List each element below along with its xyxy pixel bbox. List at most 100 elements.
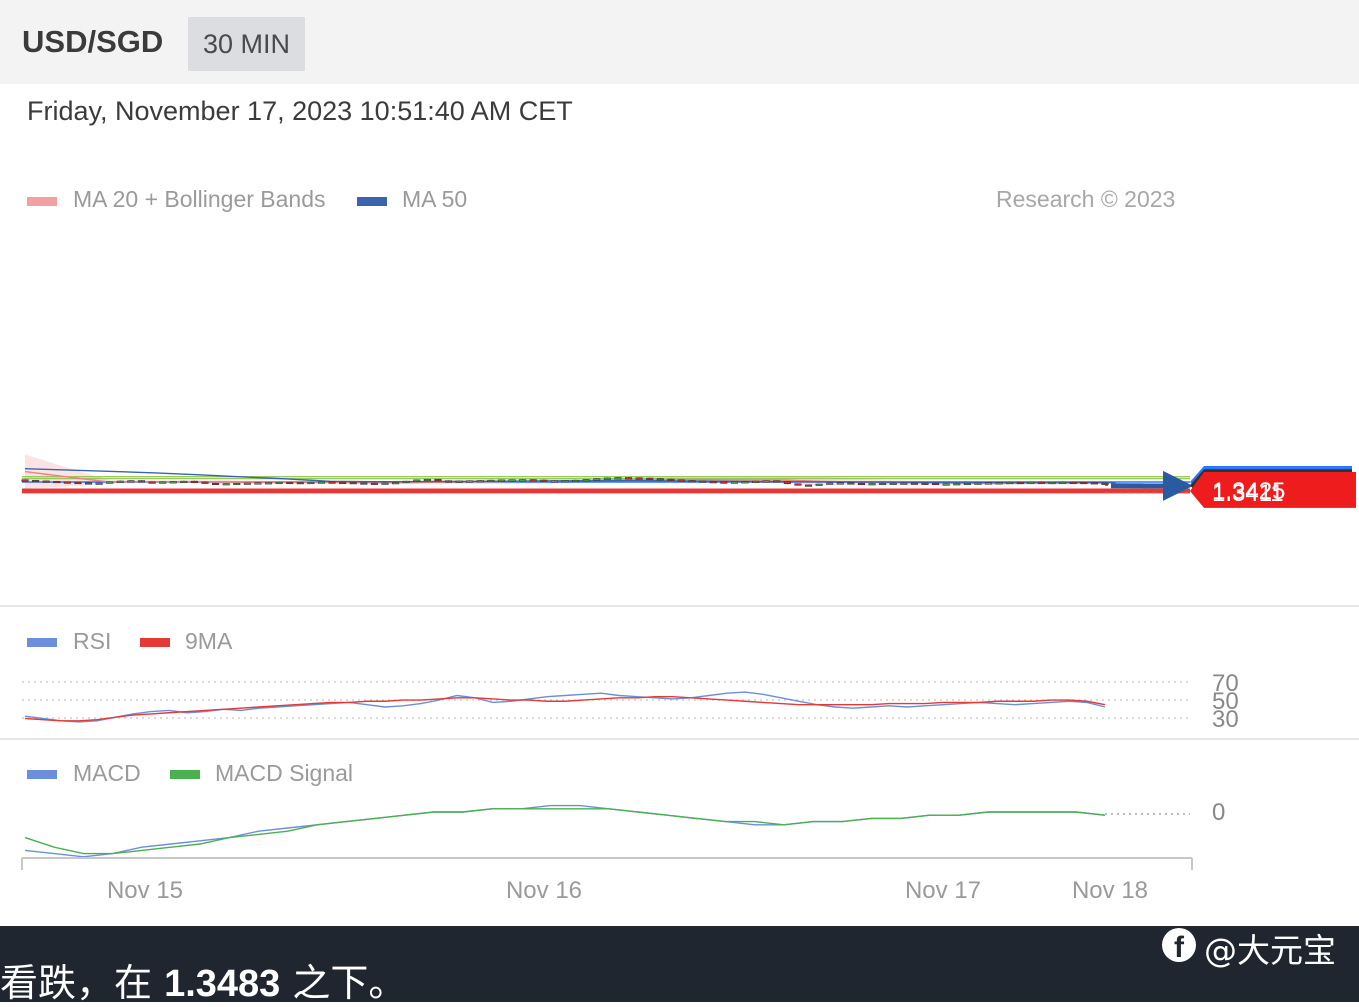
candle <box>339 482 346 484</box>
candle-body <box>848 483 855 485</box>
candle <box>54 481 61 483</box>
credit-handle: @大元宝 <box>1204 924 1336 972</box>
candle-body <box>371 483 378 485</box>
candle-body <box>1017 482 1024 484</box>
candle <box>265 482 272 484</box>
candle-body <box>594 479 601 481</box>
candle-body <box>583 480 590 482</box>
candle <box>583 479 590 481</box>
candle <box>1038 482 1045 484</box>
candle <box>456 481 463 483</box>
candle-body <box>826 483 833 485</box>
candle-body <box>350 482 357 484</box>
candle-body <box>837 483 844 485</box>
candle-body <box>742 482 749 484</box>
candle <box>964 483 971 485</box>
candle-body <box>816 484 823 486</box>
candle <box>752 481 759 483</box>
candle <box>297 482 304 484</box>
candle <box>106 481 113 483</box>
candle-body <box>879 483 886 485</box>
candle <box>678 479 685 481</box>
candle <box>509 479 516 481</box>
rsi-line <box>25 692 1105 722</box>
candle-body <box>128 481 135 483</box>
candle <box>689 480 696 482</box>
candle <box>763 480 770 482</box>
candle-body <box>932 483 939 485</box>
candle <box>879 483 886 485</box>
candle-body <box>223 484 230 486</box>
level-label-support-1: 1.3411 <box>1212 480 1284 507</box>
candle <box>223 483 230 485</box>
candle <box>382 483 389 485</box>
candle <box>657 478 664 480</box>
candle <box>816 484 823 486</box>
candle-body <box>519 480 526 482</box>
candle-body <box>763 481 770 483</box>
candle <box>75 482 82 484</box>
candle-body <box>382 483 389 485</box>
candle-body <box>805 485 812 487</box>
candle-body <box>572 480 579 482</box>
candle <box>710 481 717 483</box>
candle-body <box>562 480 569 482</box>
candle <box>699 480 706 482</box>
facebook-icon: f <box>1162 928 1196 962</box>
candle <box>202 482 209 484</box>
candle <box>414 480 421 482</box>
candle-body <box>869 484 876 486</box>
candle-body <box>212 483 219 485</box>
candle-body <box>106 482 113 484</box>
candle-body <box>509 480 516 482</box>
candle-body <box>1006 482 1013 484</box>
candle-body <box>498 480 505 482</box>
candle <box>445 480 452 482</box>
candle-body <box>477 480 484 482</box>
candle-body <box>54 481 61 483</box>
candle-body <box>1038 482 1045 484</box>
candle <box>43 480 50 482</box>
rsi-ma9-line <box>25 697 1105 721</box>
candle-body <box>699 481 706 483</box>
candle <box>138 480 145 482</box>
candle <box>604 478 611 480</box>
candle <box>519 479 526 481</box>
candle <box>1102 483 1109 485</box>
macd-line <box>25 806 1105 857</box>
candle-body <box>276 482 283 484</box>
candle <box>826 483 833 485</box>
candle-body <box>541 480 548 482</box>
candle <box>170 481 177 483</box>
candle <box>308 482 315 484</box>
candle-body <box>922 483 929 485</box>
candle-body <box>636 478 643 480</box>
candle <box>1006 482 1013 484</box>
candle-body <box>329 482 336 484</box>
candle-body <box>22 480 29 482</box>
candle <box>932 483 939 485</box>
candle <box>985 482 992 484</box>
candle <box>562 480 569 482</box>
candle <box>869 483 876 485</box>
candle-body <box>604 478 611 480</box>
candle <box>530 479 537 481</box>
candle-body <box>954 484 961 486</box>
candle-body <box>234 483 241 485</box>
candle <box>361 482 368 484</box>
candle-body <box>361 483 368 485</box>
candle <box>922 483 929 485</box>
candle-body <box>297 482 304 484</box>
candle <box>668 479 675 481</box>
x-tick-label: Nov 17 <box>905 877 981 904</box>
candle-body <box>911 483 918 485</box>
candle <box>1049 482 1056 484</box>
candle <box>371 483 378 485</box>
candle-body <box>784 482 791 484</box>
x-tick-label: Nov 16 <box>506 877 582 904</box>
candle <box>32 480 39 482</box>
candle-body <box>551 481 558 483</box>
candle <box>1070 482 1077 484</box>
macd-tick-0: 0 <box>1212 799 1225 826</box>
candle <box>541 480 548 482</box>
